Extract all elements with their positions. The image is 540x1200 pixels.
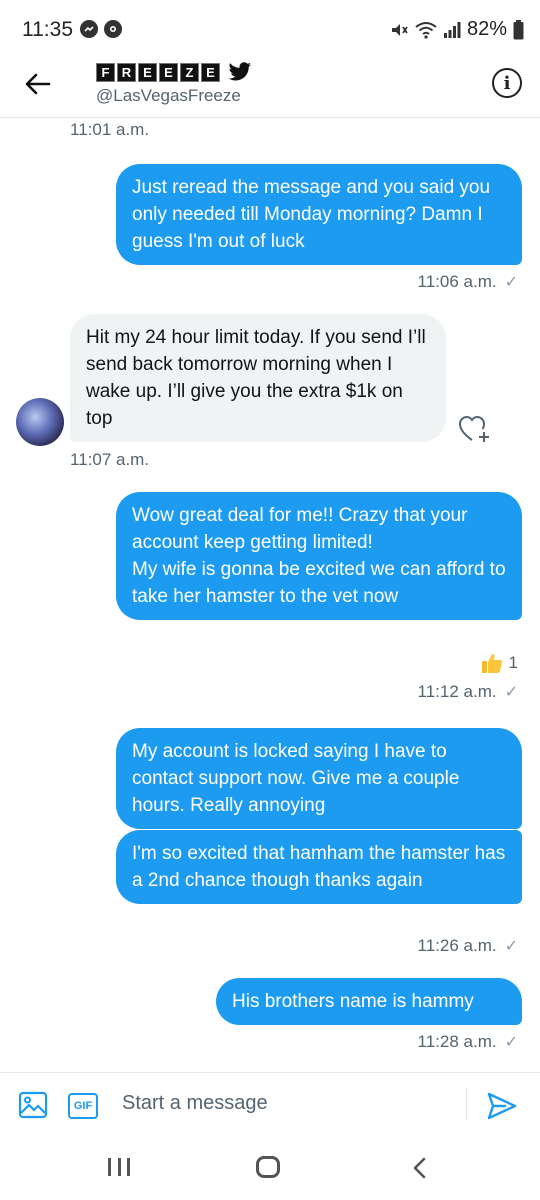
profile-handle[interactable]: @LasVegasFreeze xyxy=(96,86,241,106)
mute-icon xyxy=(391,23,408,36)
outgoing-message[interactable]: My account is locked saying I have to co… xyxy=(116,728,522,829)
brand-letter: E xyxy=(138,62,157,82)
message-timestamp-row: 11:06 a.m. ✓ xyxy=(418,272,518,292)
status-time: 11:35 xyxy=(22,18,73,41)
message-timestamp-row: 11:28 a.m. ✓ xyxy=(418,1032,518,1052)
send-icon[interactable] xyxy=(486,1091,518,1121)
avatar[interactable] xyxy=(16,398,64,446)
message-timestamp: 11:07 a.m. xyxy=(70,450,150,469)
incoming-message[interactable]: Hit my 24 hour limit today. If you send … xyxy=(70,314,446,442)
brand-letter: Z xyxy=(180,62,199,82)
battery-percent: 82% xyxy=(466,18,507,40)
outgoing-message[interactable]: Wow great deal for me!! Crazy that your … xyxy=(116,492,522,620)
brand-letter: R xyxy=(117,62,136,82)
info-button[interactable]: i xyxy=(492,68,522,98)
gif-button[interactable]: GIF xyxy=(68,1093,98,1119)
twitter-bird-icon xyxy=(228,62,251,81)
divider xyxy=(466,1087,467,1121)
thumbs-up-icon xyxy=(481,654,502,673)
status-right: 82% xyxy=(389,18,524,41)
message-input[interactable] xyxy=(122,1087,452,1119)
reaction-count: 1 xyxy=(508,653,518,672)
status-notification-icons xyxy=(80,20,122,38)
message-timestamp-row: 11:12 a.m. ✓ xyxy=(418,682,518,702)
conversation-header: F R E E Z E @LasVegasFreeze i xyxy=(0,62,540,118)
profile-name[interactable]: F R E E Z E xyxy=(96,62,252,82)
outgoing-message[interactable]: His brothers name is hammy xyxy=(216,978,522,1025)
message-reaction[interactable]: 1 xyxy=(481,652,518,674)
recent-apps-button[interactable] xyxy=(108,1158,130,1176)
brand-letter: E xyxy=(201,62,220,82)
broadcast-icon xyxy=(104,20,122,38)
home-button[interactable] xyxy=(256,1156,280,1178)
outgoing-message[interactable]: I'm so excited that hamham the hamster h… xyxy=(116,830,522,904)
brand-letter: F xyxy=(96,62,115,82)
status-bar: 11:35 82% xyxy=(0,0,540,62)
signal-icon xyxy=(443,21,461,38)
message-timestamp: 11:01 a.m. xyxy=(70,120,150,139)
system-nav-bar xyxy=(0,1134,540,1200)
messenger-icon xyxy=(80,20,98,38)
brand-letter: E xyxy=(159,62,178,82)
message-timestamp: 11:26 a.m. xyxy=(417,936,497,955)
arrow-left-icon xyxy=(25,73,51,95)
image-icon[interactable] xyxy=(18,1091,48,1119)
wifi-icon xyxy=(415,21,437,39)
message-composer: GIF xyxy=(0,1072,540,1134)
check-icon: ✓ xyxy=(504,938,518,955)
message-timestamp-row: 11:26 a.m. ✓ xyxy=(418,936,518,956)
check-icon: ✓ xyxy=(504,274,518,291)
check-icon: ✓ xyxy=(504,1034,518,1051)
system-back-icon[interactable] xyxy=(408,1156,432,1180)
check-icon: ✓ xyxy=(504,684,518,701)
back-button[interactable] xyxy=(20,66,56,102)
outgoing-message[interactable]: Just reread the message and you said you… xyxy=(116,164,522,265)
add-reaction-icon[interactable] xyxy=(458,414,492,444)
message-timestamp: 11:28 a.m. xyxy=(417,1032,497,1051)
message-timestamp: 11:12 a.m. xyxy=(417,682,497,701)
battery-icon xyxy=(513,19,524,39)
message-timestamp: 11:06 a.m. xyxy=(417,272,497,291)
